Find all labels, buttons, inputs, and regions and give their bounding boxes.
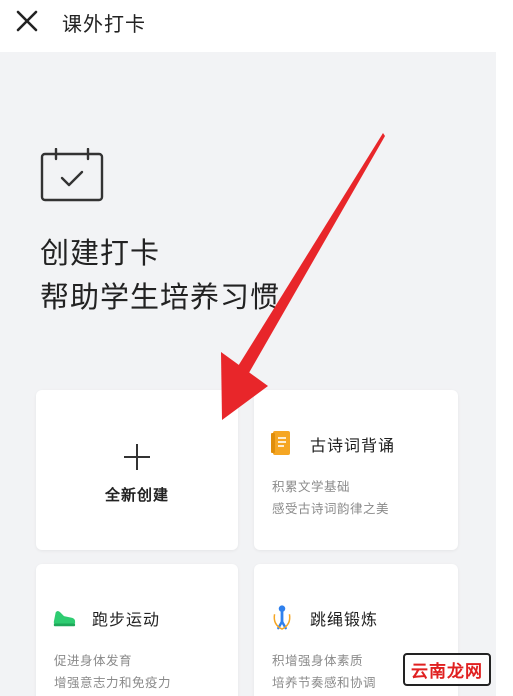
page: 课外打卡 创建打卡 帮助学生培养习惯 全新创建 古诗词背诵 积累文学基础 感受古… — [0, 0, 513, 696]
hero-subtitle: 帮助学生培养习惯 — [40, 280, 281, 314]
hero-title: 创建打卡 — [40, 236, 161, 270]
sneaker-icon — [53, 611, 76, 627]
close-button[interactable] — [12, 6, 42, 36]
running-card-title: 跑步运动 — [92, 610, 161, 629]
create-new-card[interactable]: 全新创建 — [36, 390, 238, 550]
poem-recitation-card[interactable]: 古诗词背诵 积累文学基础 感受古诗词韵律之美 — [254, 390, 458, 550]
poem-card-desc-2: 感受古诗词韵律之美 — [272, 501, 390, 516]
watermark: 云南龙网 — [403, 653, 491, 686]
create-new-label: 全新创建 — [104, 486, 169, 504]
jump-rope-card-desc-1: 积增强身体素质 — [272, 653, 364, 668]
close-icon — [16, 10, 38, 32]
running-card-desc-1: 促进身体发育 — [54, 653, 133, 668]
running-card-desc-2: 增强意志力和免疫力 — [54, 675, 172, 690]
poem-card-title: 古诗词背诵 — [310, 436, 396, 455]
running-card[interactable]: 跑步运动 促进身体发育 增强意志力和免疫力 — [36, 564, 238, 696]
calendar-check-icon — [40, 148, 104, 202]
jump-rope-icon — [273, 605, 291, 630]
poem-card-desc-1: 积累文学基础 — [272, 479, 351, 494]
main-content: 创建打卡 帮助学生培养习惯 全新创建 古诗词背诵 积累文学基础 感受古诗词韵律之… — [0, 52, 496, 696]
page-title: 课外打卡 — [62, 12, 146, 36]
jump-rope-card-desc-2: 培养节奏感和协调 — [272, 675, 377, 690]
top-bar: 课外打卡 — [0, 0, 513, 48]
plus-icon — [124, 444, 150, 470]
book-icon — [271, 431, 290, 455]
jump-rope-card-title: 跳绳锻炼 — [310, 610, 379, 629]
